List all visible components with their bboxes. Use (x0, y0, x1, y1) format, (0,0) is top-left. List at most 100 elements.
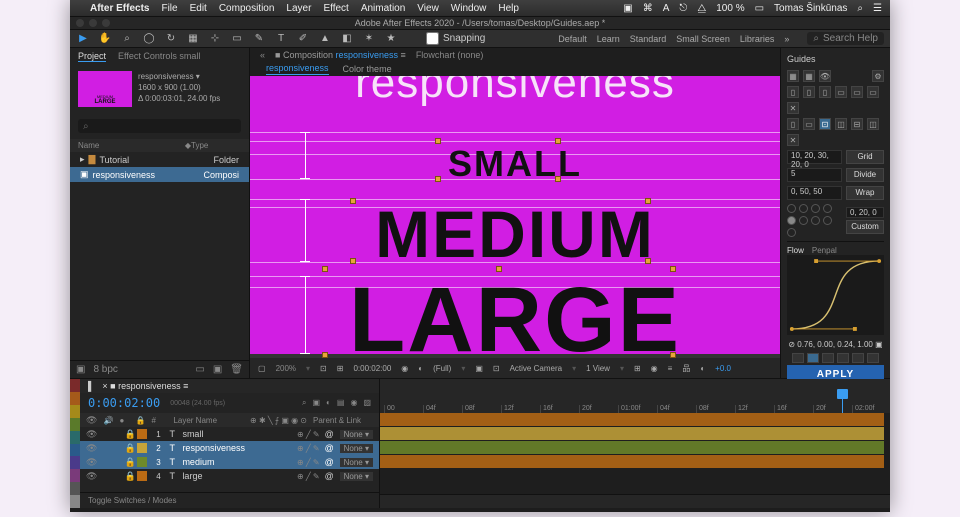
anchor-radio[interactable] (787, 228, 796, 237)
eraser-tool-icon[interactable]: ◧ (340, 33, 354, 44)
comp-mini-icon[interactable]: ▣ (312, 398, 320, 408)
toggle-switches-button[interactable]: Toggle Switches / Modes (80, 492, 379, 508)
timeline-layer-row[interactable]: 👁 🔒 2 T responsiveness ⊕ ╱ ✎ @ None ▾ (80, 441, 379, 455)
layer-name[interactable]: responsiveness (182, 443, 292, 453)
align-center-icon[interactable]: ▯ (803, 86, 815, 98)
layer-color-swatch[interactable] (137, 443, 147, 453)
frame-blend-icon[interactable]: ▤ (337, 398, 345, 408)
selection-handle[interactable] (435, 176, 441, 182)
interpret-icon[interactable]: ▣ (76, 364, 85, 375)
new-comp-icon[interactable]: ▣ (213, 364, 222, 375)
selection-handle[interactable] (645, 258, 651, 264)
guides-input-1[interactable]: 10, 20, 30, 20, 0 (787, 150, 842, 164)
anchor-tool-icon[interactable]: ⊹ (208, 33, 222, 44)
preset-1[interactable] (792, 353, 804, 363)
align-left-icon[interactable]: ▯ (787, 86, 799, 98)
hand-tool-icon[interactable]: ✋ (98, 33, 112, 44)
parent-dropdown[interactable]: None ▾ (340, 444, 373, 453)
selection-handle[interactable] (555, 138, 561, 144)
layer-bar[interactable] (380, 455, 884, 468)
lock-icon[interactable]: 🔒 (124, 457, 132, 468)
anchor-radio[interactable] (811, 216, 820, 225)
timeline-tracks[interactable] (380, 413, 890, 494)
current-time[interactable]: 0:00:02:00 (353, 364, 391, 373)
zoom-dropdown[interactable]: 200% (276, 364, 296, 373)
roto-tool-icon[interactable]: ✶ (362, 33, 376, 44)
anchor-radio[interactable] (823, 204, 832, 213)
timeline-layer-row[interactable]: 👁 🔒 1 T small ⊕ ╱ ✎ @ None ▾ (80, 427, 379, 441)
menu-view[interactable]: View (417, 3, 439, 14)
shape-tool-icon[interactable]: ▭ (230, 33, 244, 44)
tab-penpal[interactable]: Penpal (812, 246, 837, 255)
camera-tool-icon[interactable]: ▦ (186, 33, 200, 44)
workspace-libraries[interactable]: Libraries (740, 34, 775, 44)
parent-pickwhip-icon[interactable]: @ (325, 443, 335, 453)
mode1-icon[interactable]: ▯ (787, 118, 799, 130)
grid-icon[interactable]: ⊞ (337, 364, 344, 373)
preset-6[interactable] (867, 353, 879, 363)
panel-menu-icon[interactable]: « (260, 50, 265, 60)
text-tool-icon[interactable]: T (274, 33, 288, 44)
grid-button[interactable]: Grid (846, 150, 884, 164)
timeline-comp-tab[interactable]: × ■ responsiveness ≡ (102, 381, 188, 391)
shy-icon[interactable]: ◐ (326, 398, 331, 408)
playhead[interactable] (842, 395, 843, 413)
save-preset-icon[interactable]: ▣ (875, 340, 883, 349)
layer-name[interactable]: small (182, 429, 292, 439)
parent-dropdown[interactable]: None ▾ (340, 472, 373, 481)
delete-icon[interactable]: ✕ (787, 134, 799, 146)
brush-tool-icon[interactable]: ✐ (296, 33, 310, 44)
search-help-field[interactable]: ⌕ Search Help (807, 32, 884, 45)
lock-icon[interactable]: 🔒 (124, 471, 132, 482)
disclosure-icon[interactable]: ▸ (80, 154, 85, 165)
layer-bar[interactable] (380, 427, 884, 440)
link-icon[interactable]: ⊘ (788, 340, 795, 349)
workspace-learn[interactable]: Learn (597, 34, 620, 44)
selection-tool-icon[interactable]: ▶ (76, 33, 90, 44)
selection-handle[interactable] (555, 176, 561, 182)
layer-bar[interactable] (380, 413, 884, 426)
project-row-comp[interactable]: ▣ responsiveness Composi (70, 167, 249, 182)
anchor-radio[interactable] (823, 216, 832, 225)
switch-icons[interactable]: ⊕ ╱ ✎ (297, 444, 320, 453)
switch-icons[interactable]: ⊕ ╱ ✎ (297, 472, 320, 481)
motion-blur-icon[interactable]: ◉ (350, 398, 357, 408)
selection-handle[interactable] (496, 266, 502, 272)
clear-icon[interactable]: ✕ (787, 102, 799, 114)
stamp-tool-icon[interactable]: ▲ (318, 33, 332, 44)
user-name[interactable]: Tomas Šinkūnas (774, 3, 847, 14)
screenshot-icon[interactable]: ⌘ (643, 3, 653, 14)
guides-input-4[interactable]: 0, 20, 0 (846, 207, 884, 218)
workspace-standard[interactable]: Standard (630, 34, 667, 44)
lock-icon[interactable]: 🔒 (124, 429, 132, 440)
anchor-radio[interactable] (787, 216, 796, 225)
selection-handle[interactable] (350, 258, 356, 264)
anchor-radio[interactable] (799, 216, 808, 225)
flowchart-icon[interactable]: 品 (682, 363, 690, 374)
search-icon[interactable]: ⌕ (857, 3, 863, 14)
menu-icon[interactable]: ☰ (873, 3, 882, 14)
eye-icon[interactable]: 👁 (86, 443, 97, 454)
timeline-layer-row[interactable]: 👁 🔒 4 T large ⊕ ╱ ✎ @ None ▾ (80, 469, 379, 483)
mode3-icon[interactable]: ⊡ (819, 118, 831, 130)
align-right-icon[interactable]: ▯ (819, 86, 831, 98)
guides-input-3[interactable]: 0, 50, 50 (787, 186, 842, 200)
menu-help[interactable]: Help (498, 3, 519, 14)
gear-icon[interactable]: ⚙ (872, 70, 884, 82)
visibility-icon[interactable]: 👁 (819, 70, 831, 82)
workspace-smallscreen[interactable]: Small Screen (676, 34, 730, 44)
zoom-tool-icon[interactable]: ⌕ (120, 33, 134, 44)
layer-name-header[interactable]: Layer Name (173, 416, 244, 425)
parent-header[interactable]: Parent & Link (313, 416, 373, 425)
parent-pickwhip-icon[interactable]: @ (325, 457, 335, 467)
canvas-text-medium[interactable]: MEDIUM (250, 196, 780, 272)
views-dropdown[interactable]: 1 View (586, 364, 610, 373)
pen-tool-icon[interactable]: ✎ (252, 33, 266, 44)
workspace-more-icon[interactable]: » (784, 34, 789, 44)
rotate-tool-icon[interactable]: ↻ (164, 33, 178, 44)
comp-subtab-color[interactable]: Color theme (343, 64, 392, 74)
exposure-value[interactable]: +0.0 (715, 364, 731, 373)
cc-icon[interactable]: ▣ (623, 3, 632, 14)
transparency-icon[interactable]: ⊡ (493, 364, 500, 373)
col-type[interactable]: Type (191, 141, 241, 150)
